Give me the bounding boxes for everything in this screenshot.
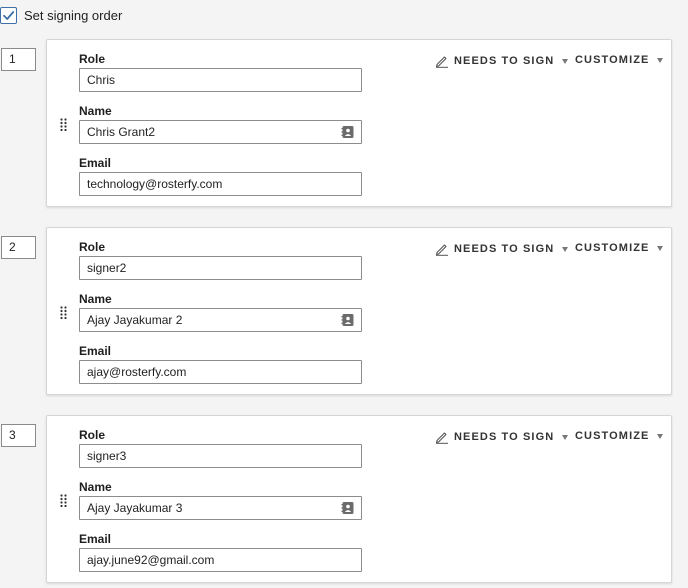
- role-input[interactable]: Chris: [79, 68, 362, 92]
- recipient-card: Role signer3 Name Ajay Jayakumar 3 Email…: [46, 415, 672, 583]
- name-label: Name: [79, 104, 112, 118]
- recipient-block: 3 Role signer3 Name Ajay Jayakumar 3 Ema…: [0, 415, 688, 585]
- recipient-card: Role signer2 Name Ajay Jayakumar 2 Email…: [46, 227, 672, 395]
- caret-down-icon: [657, 57, 664, 63]
- customize-label: CUSTOMIZE: [575, 54, 650, 66]
- name-input[interactable]: Chris Grant2: [79, 120, 362, 144]
- routing-order-input[interactable]: 3: [1, 424, 36, 447]
- recipient-action-dropdown[interactable]: NEEDS TO SIGN: [435, 242, 569, 256]
- email-label: Email: [79, 156, 112, 170]
- contact-card-icon[interactable]: [341, 313, 355, 327]
- role-label: Role: [79, 240, 106, 254]
- customize-label: CUSTOMIZE: [575, 430, 650, 442]
- email-label: Email: [79, 344, 112, 358]
- role-input[interactable]: signer3: [79, 444, 362, 468]
- pen-icon: [436, 56, 448, 68]
- recipient-block: 2 Role signer2 Name Ajay Jayakumar 2 Ema…: [0, 227, 688, 397]
- customize-dropdown[interactable]: CUSTOMIZE: [575, 242, 664, 254]
- caret-down-icon: [562, 246, 569, 252]
- recipient-block: 1 Role Chris Name Chris Grant2 Email tec…: [0, 39, 688, 209]
- name-value: Ajay Jayakumar 3: [87, 501, 183, 515]
- caret-down-icon: [657, 245, 664, 251]
- drag-handle-icon[interactable]: [60, 494, 68, 507]
- caret-down-icon: [657, 433, 664, 439]
- signing-order-label: Set signing order: [24, 8, 123, 23]
- action-label: NEEDS TO SIGN: [454, 243, 555, 255]
- name-input[interactable]: Ajay Jayakumar 2: [79, 308, 362, 332]
- customize-dropdown[interactable]: CUSTOMIZE: [575, 54, 664, 66]
- name-input[interactable]: Ajay Jayakumar 3: [79, 496, 362, 520]
- caret-down-icon: [562, 58, 569, 64]
- role-label: Role: [79, 428, 106, 442]
- role-label: Role: [79, 52, 106, 66]
- action-label: NEEDS TO SIGN: [454, 431, 555, 443]
- pen-icon: [436, 244, 448, 256]
- name-label: Name: [79, 292, 112, 306]
- name-label: Name: [79, 480, 112, 494]
- caret-down-icon: [562, 434, 569, 440]
- routing-order-input[interactable]: 2: [1, 236, 36, 259]
- drag-handle-icon[interactable]: [60, 306, 68, 319]
- name-value: Chris Grant2: [87, 125, 156, 139]
- drag-handle-icon[interactable]: [60, 118, 68, 131]
- name-value: Ajay Jayakumar 2: [87, 313, 183, 327]
- contact-card-icon[interactable]: [341, 501, 355, 515]
- action-label: NEEDS TO SIGN: [454, 55, 555, 67]
- email-input[interactable]: technology@rosterfy.com: [79, 172, 362, 196]
- signing-order-row[interactable]: Set signing order: [0, 7, 122, 24]
- email-label: Email: [79, 532, 112, 546]
- recipient-action-dropdown[interactable]: NEEDS TO SIGN: [435, 54, 569, 68]
- customize-dropdown[interactable]: CUSTOMIZE: [575, 430, 664, 442]
- signing-order-checkbox[interactable]: [0, 7, 17, 24]
- routing-order-input[interactable]: 1: [1, 48, 36, 71]
- customize-label: CUSTOMIZE: [575, 242, 650, 254]
- check-icon: [3, 11, 15, 20]
- recipient-action-dropdown[interactable]: NEEDS TO SIGN: [435, 430, 569, 444]
- pen-icon: [436, 432, 448, 444]
- email-input[interactable]: ajay@rosterfy.com: [79, 360, 362, 384]
- email-input[interactable]: ajay.june92@gmail.com: [79, 548, 362, 572]
- recipient-card: Role Chris Name Chris Grant2 Email techn…: [46, 39, 672, 207]
- contact-card-icon[interactable]: [341, 125, 355, 139]
- role-input[interactable]: signer2: [79, 256, 362, 280]
